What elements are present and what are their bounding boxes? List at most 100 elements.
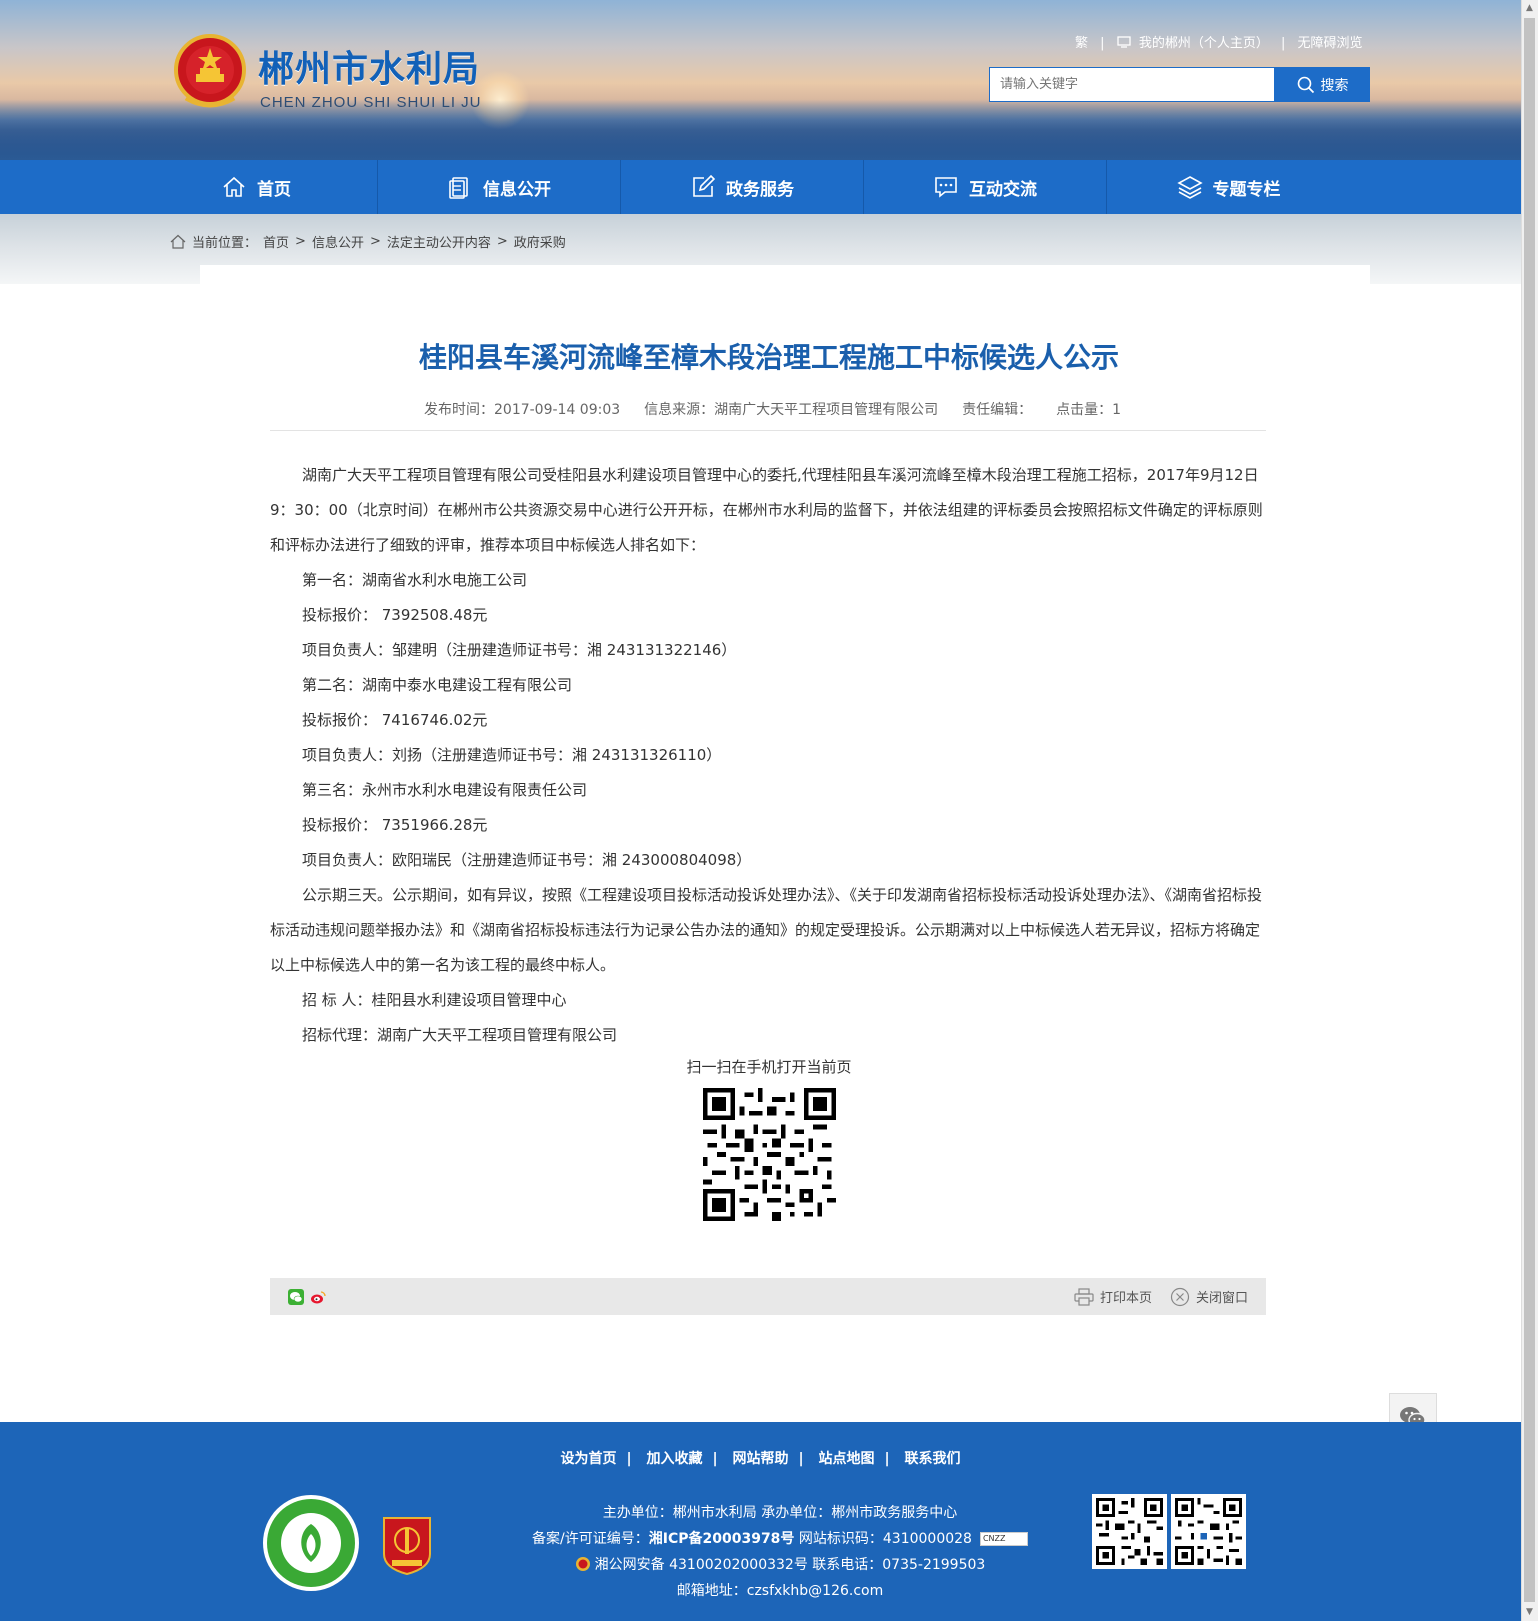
footer-police-line: 湘公网安备 43100202000332号 联系电话：0735-2199503 xyxy=(480,1552,1080,1578)
footer-link-help[interactable]: 网站帮助 xyxy=(733,1451,789,1467)
share-icons xyxy=(288,1288,326,1305)
footer-icp-prefix: 备案/许可证编号： xyxy=(532,1531,649,1547)
breadcrumb-item[interactable]: 政府采购 xyxy=(514,232,566,251)
article-title: 桂阳县车溪河流峰至樟木段治理工程施工中标候选人公示 xyxy=(418,341,1119,374)
footer-link-separator: | xyxy=(884,1451,890,1467)
footer-qr-code-1 xyxy=(1092,1494,1167,1569)
footer-icp-line: 备案/许可证编号：湘ICP备20003978号 网站标识码：4310000028… xyxy=(480,1526,1080,1552)
page-qr-code xyxy=(703,1088,836,1221)
search-button[interactable]: 搜索 xyxy=(1275,67,1370,102)
search-input[interactable] xyxy=(989,67,1275,102)
close-icon xyxy=(1170,1287,1190,1306)
national-emblem-icon xyxy=(174,34,246,108)
nav-item-label: 信息公开 xyxy=(483,179,551,200)
search-button-label: 搜索 xyxy=(1320,77,1349,94)
footer-email-line: 邮箱地址：czsfxkhb@126.com xyxy=(676,1583,884,1599)
main-nav: 首页 信息公开 政务服务 互动交流 专题专栏 xyxy=(0,160,1521,214)
my-chenzhou-link[interactable]: 我的郴州（个人主页） xyxy=(1139,36,1269,51)
footer-link-set-homepage[interactable]: 设为首页 xyxy=(561,1451,617,1467)
breadcrumb-separator: > xyxy=(496,234,508,249)
search-icon xyxy=(1297,76,1314,93)
top-links: 繁 | 我的郴州（个人主页） | 无障碍浏览 xyxy=(1075,32,1363,51)
top-links-separator: | xyxy=(1100,36,1105,51)
article-paragraph: 项目负责人：刘扬（注册建造师证书号：湘 243131326110） xyxy=(302,746,722,764)
wechat-icon[interactable] xyxy=(288,1288,304,1305)
nav-item-label: 互动交流 xyxy=(969,179,1037,200)
article-paragraph: 项目负责人：欧阳瑞民（注册建造师证书号：湘 243000804098） xyxy=(302,851,752,869)
site-logo-subtitle: CHEN ZHOU SHI SHUI LI JU xyxy=(260,94,482,111)
article-paragraph: 第三名：永州市水利水电建设有限责任公司 xyxy=(302,781,588,799)
party-government-badge-icon[interactable] xyxy=(380,1514,434,1576)
cnzz-badge[interactable]: CNZZ xyxy=(979,1532,1028,1546)
breadcrumb-item[interactable]: 法定主动公开内容 xyxy=(387,232,491,251)
breadcrumb: 当前位置： 首页 > 信息公开 > 法定主动公开内容 > 政府采购 xyxy=(170,232,566,251)
responsible-editor: 责任编辑： xyxy=(962,402,1033,418)
article-paragraph: 投标报价： 7351966.28元 xyxy=(302,816,488,834)
nav-item-government-service[interactable]: 政务服务 xyxy=(621,160,864,214)
nav-item-label: 政务服务 xyxy=(726,179,794,200)
article-paragraph: 项目负责人：邹建明（注册建造师证书号：湘 243131322146） xyxy=(302,641,737,659)
home-icon xyxy=(170,234,186,249)
article-body: 湖南广大天平工程项目管理有限公司受桂阳县水利建设项目管理中心的委托,代理桂阳县车… xyxy=(270,458,1266,1053)
scroll-down-arrow-icon[interactable]: ▼ xyxy=(1521,1604,1538,1621)
close-window-button[interactable]: 关闭窗口 xyxy=(1170,1287,1248,1307)
site-logo-title[interactable]: 郴州市水利局 xyxy=(258,40,480,92)
share-bar: 打印本页 关闭窗口 xyxy=(270,1278,1266,1315)
article-paragraph: 第一名：湖南省水利水电施工公司 xyxy=(302,571,528,589)
qr-label: 扫一扫在手机打开当前页 xyxy=(686,1058,852,1076)
footer-link-separator: | xyxy=(798,1451,804,1467)
scrollbar-thumb[interactable] xyxy=(1524,18,1535,1602)
monitor-icon xyxy=(1117,36,1131,48)
article-paragraph: 第二名：湖南中泰水电建设工程有限公司 xyxy=(302,676,573,694)
nav-item-label: 专题专栏 xyxy=(1212,179,1281,200)
edit-icon xyxy=(693,174,716,197)
site-footer: 设为首页 | 加入收藏 | 网站帮助 | 站点地图 | 联系我们 主办单位：郴州市水利局… xyxy=(0,1422,1521,1621)
printer-icon xyxy=(1074,1287,1094,1306)
civilization-website-badge-icon[interactable] xyxy=(262,1494,360,1592)
weibo-icon[interactable] xyxy=(310,1289,326,1305)
nav-item-label: 首页 xyxy=(257,179,291,200)
share-actions: 打印本页 关闭窗口 xyxy=(1074,1287,1248,1307)
nav-item-special-topics[interactable]: 专题专栏 xyxy=(1107,160,1350,214)
breadcrumb-separator: > xyxy=(295,234,306,249)
footer-link-add-favorite[interactable]: 加入收藏 xyxy=(647,1451,703,1467)
publish-time: 发布时间：2017-09-14 09:03 xyxy=(424,402,621,418)
nav-item-info-public[interactable]: 信息公开 xyxy=(378,160,621,214)
article-paragraph: 招标代理：湖南广大天平工程项目管理有限公司 xyxy=(302,1026,618,1044)
meta-divider xyxy=(270,430,1266,431)
print-label: 打印本页 xyxy=(1099,1291,1152,1306)
footer-site-id: 网站标识码：4310000028 xyxy=(794,1531,972,1547)
footer-info: 主办单位：郴州市水利局 承办单位：郴州市政务服务中心 备案/许可证编号：湘ICP… xyxy=(480,1500,1080,1604)
breadcrumb-item[interactable]: 首页 xyxy=(263,232,289,251)
document-icon xyxy=(449,177,468,199)
accessible-browsing-link[interactable]: 无障碍浏览 xyxy=(1298,36,1363,51)
article-paragraph: 公示期三天。公示期间，如有异议，按照《工程建设项目投标活动投诉处理办法》、《关于… xyxy=(270,886,1263,974)
footer-link-sitemap[interactable]: 站点地图 xyxy=(819,1451,875,1467)
footer-icp-link[interactable]: 湘ICP备20003978号 xyxy=(649,1531,795,1547)
breadcrumb-separator: > xyxy=(369,234,381,249)
footer-link-contact[interactable]: 联系我们 xyxy=(905,1451,961,1467)
article-paragraph: 湖南广大天平工程项目管理有限公司受桂阳县水利建设项目管理中心的委托,代理桂阳县车… xyxy=(270,466,1263,554)
top-links-separator: | xyxy=(1280,36,1286,51)
nav-item-interaction[interactable]: 互动交流 xyxy=(864,160,1107,214)
breadcrumb-item[interactable]: 信息公开 xyxy=(312,232,364,251)
footer-host-line: 主办单位：郴州市水利局 承办单位：郴州市政务服务中心 xyxy=(602,1505,958,1521)
scroll-up-arrow-icon[interactable]: ▲ xyxy=(1521,0,1538,17)
chat-icon xyxy=(935,177,957,198)
article-paragraph: 招 标 人：桂阳县水利建设项目管理中心 xyxy=(302,991,567,1009)
police-badge-icon xyxy=(575,1557,590,1571)
footer-qr-code-2 xyxy=(1171,1494,1246,1569)
article-paragraph: 投标报价： 7416746.02元 xyxy=(302,711,488,729)
footer-link-separator: | xyxy=(626,1451,632,1467)
footer-links: 设为首页 | 加入收藏 | 网站帮助 | 站点地图 | 联系我们 xyxy=(0,1448,1521,1468)
info-source: 信息来源：湖南广大天平工程项目管理有限公司 xyxy=(644,402,939,418)
nav-item-home[interactable]: 首页 xyxy=(135,160,378,214)
footer-link-separator: | xyxy=(712,1451,718,1467)
footer-police-text: 湘公网安备 43100202000332号 联系电话：0735-2199503 xyxy=(594,1557,986,1573)
breadcrumb-prefix: 当前位置： xyxy=(192,236,258,251)
layers-icon xyxy=(1176,176,1203,199)
traditional-chinese-link[interactable]: 繁 xyxy=(1075,36,1088,51)
article-meta: 发布时间：2017-09-14 09:03 信息来源：湖南广大天平工程项目管理有… xyxy=(424,399,1121,419)
article-paragraph: 投标报价： 7392508.48元 xyxy=(302,606,488,624)
print-button[interactable]: 打印本页 xyxy=(1074,1287,1152,1306)
